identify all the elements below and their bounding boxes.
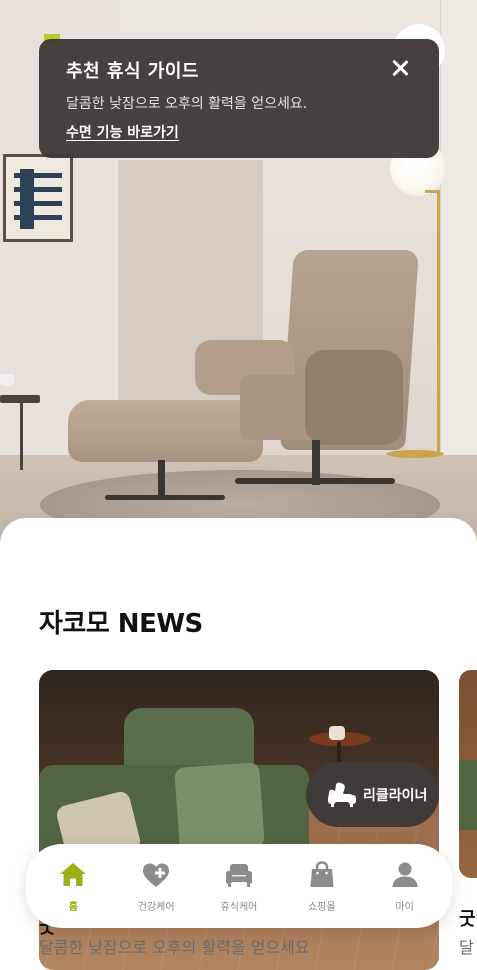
tooltip-description: 달콤한 낮잠으로 오후의 활력을 얻으세요.: [66, 96, 308, 112]
hero-ottoman-stem: [158, 460, 165, 498]
shopping-bag-icon: [310, 860, 334, 887]
recliner-fab-button[interactable]: 리클라이너: [306, 762, 439, 827]
news-card-next-caption: 달: [459, 938, 474, 957]
hero-ottoman-foot: [105, 495, 225, 500]
nav-label-health-care: 건강케어: [137, 901, 175, 913]
hero-lamp-base: [386, 450, 444, 458]
nav-label-shopping-mall: 쇼핑몰: [307, 901, 336, 913]
card-image-cushion: [174, 762, 265, 853]
sleep-function-link[interactable]: 수면 기능 바로가기: [66, 122, 179, 142]
news-card-next-title: 굿: [459, 909, 476, 930]
nav-item-health-care[interactable]: 건강케어: [116, 860, 196, 913]
nav-item-my[interactable]: 마이: [365, 860, 445, 913]
hero-chair-arm-right: [305, 350, 403, 445]
tooltip-title: 추천 휴식 가이드: [66, 61, 199, 82]
news-section-title: 자코모 NEWS: [39, 609, 203, 639]
card-image-vase: [329, 726, 345, 740]
home-icon: [60, 862, 87, 886]
nav-label-rest-care: 휴식케어: [220, 901, 258, 913]
hero-chair-foot: [235, 478, 395, 484]
nav-item-home[interactable]: 홈: [33, 860, 113, 913]
nav-label-my: 마이: [395, 901, 414, 913]
hero-cup: [0, 374, 14, 386]
sofa-icon: [225, 863, 252, 887]
person-icon: [392, 862, 418, 887]
recliner-label: 리클라이너: [363, 787, 428, 804]
nav-label-home: 홈: [68, 901, 78, 913]
close-icon[interactable]: [389, 57, 411, 79]
hero-wall-painting: [3, 154, 73, 242]
heart-plus-icon: [143, 863, 170, 887]
news-card-next[interactable]: [459, 670, 477, 878]
rest-guide-tooltip: 추천 휴식 가이드 달콤한 낮잠으로 오후의 활력을 얻으세요. 수면 기능 바…: [39, 39, 439, 158]
bottom-navigation: 홈 건강케어 휴식케어 쇼핑몰 마이: [26, 844, 452, 928]
card-next-image: [459, 760, 477, 830]
nav-item-rest-care[interactable]: 휴식케어: [199, 860, 279, 913]
nav-item-shopping-mall[interactable]: 쇼핑몰: [282, 860, 362, 913]
news-card-caption: 달콤한 낮잠으로 오후의 활력을 얻으세요: [39, 938, 310, 957]
hero-lamp-pole: [437, 190, 440, 455]
hero-side-table-leg: [20, 400, 23, 470]
hero-right-wall: [440, 0, 477, 470]
hero-ottoman: [68, 400, 263, 462]
recliner-icon: [328, 782, 356, 807]
